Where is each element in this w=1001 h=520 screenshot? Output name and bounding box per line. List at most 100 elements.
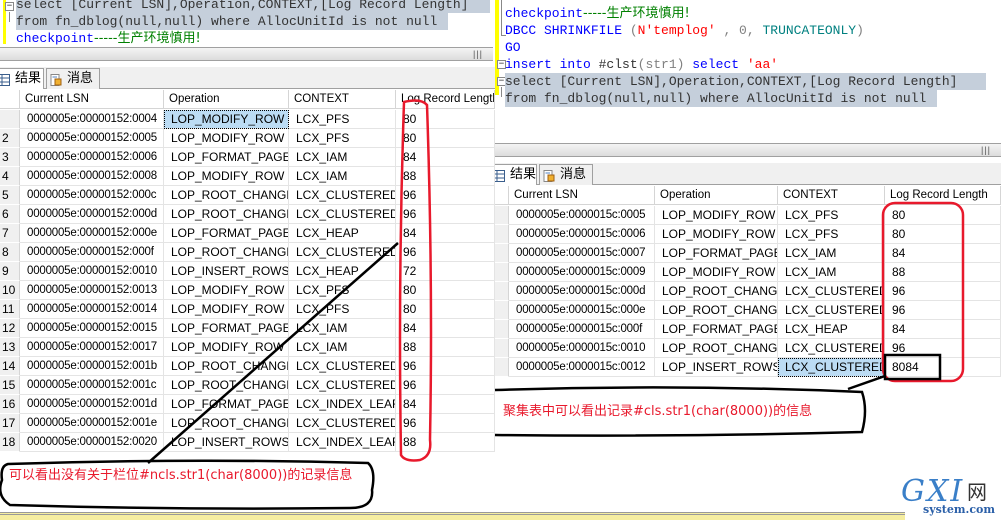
grid-cell-op[interactable]: LOP_ROOT_CHANGE bbox=[164, 205, 289, 224]
row-number[interactable]: 11 bbox=[0, 300, 20, 319]
grid-cell-op[interactable]: LOP_FORMAT_PAGE bbox=[164, 148, 289, 167]
grid-cell-ctx[interactable]: LCX_CLUSTERED bbox=[289, 376, 396, 395]
grid-cell-lsn[interactable]: 0000005e:00000152:000e bbox=[20, 224, 164, 243]
horizontal-scrollbar[interactable]: ||| bbox=[495, 143, 1001, 157]
grid-cell-len[interactable]: 80 bbox=[396, 110, 495, 129]
grid-cell-ctx[interactable]: LCX_IAM bbox=[289, 148, 396, 167]
grid-cell-len[interactable]: 88 bbox=[885, 263, 1001, 282]
grid-cell-op[interactable]: LOP_ROOT_CHANGE bbox=[655, 339, 778, 358]
grid-cell-op[interactable]: LOP_FORMAT_PAGE bbox=[655, 244, 778, 263]
grid-cell-ctx[interactable]: LCX_CLUSTERED bbox=[778, 339, 885, 358]
grid-cell-ctx[interactable]: LCX_PFS bbox=[289, 300, 396, 319]
grid-cell-op[interactable]: LOP_INSERT_ROWS bbox=[655, 358, 778, 377]
grid-cell-lsn[interactable]: 0000005e:00000152:0015 bbox=[20, 319, 164, 338]
grid-cell-lsn[interactable]: 0000005e:00000152:0014 bbox=[20, 300, 164, 319]
row-number[interactable]: 14 bbox=[0, 357, 20, 376]
column-header[interactable]: Current LSN bbox=[20, 90, 164, 109]
grid-cell-len[interactable]: 96 bbox=[396, 376, 495, 395]
grid-cell-len[interactable]: 88 bbox=[396, 433, 495, 452]
grid-cell-len[interactable]: 88 bbox=[396, 338, 495, 357]
grid-cell-lsn[interactable]: 0000005e:00000152:0017 bbox=[20, 338, 164, 357]
grid-cell-ctx[interactable]: LCX_CLUSTERED bbox=[289, 357, 396, 376]
grid-cell-op[interactable]: LOP_ROOT_CHANGE bbox=[655, 282, 778, 301]
row-number[interactable] bbox=[495, 358, 509, 377]
grid-cell-len[interactable]: 96 bbox=[396, 205, 495, 224]
grid-cell-ctx[interactable]: LCX_PFS bbox=[289, 129, 396, 148]
grid-cell-len[interactable]: 88 bbox=[396, 167, 495, 186]
row-number[interactable]: 15 bbox=[0, 376, 20, 395]
grid-cell-lsn[interactable]: 0000005e:00000152:0013 bbox=[20, 281, 164, 300]
grid-cell-op[interactable]: LOP_MODIFY_ROW bbox=[164, 281, 289, 300]
grid-cell-lsn[interactable]: 0000005e:00000152:000f bbox=[20, 243, 164, 262]
grid-cell-len[interactable]: 80 bbox=[396, 300, 495, 319]
row-number[interactable] bbox=[495, 244, 509, 263]
column-header[interactable]: Current LSN bbox=[509, 186, 655, 205]
grid-cell-ctx[interactable]: LCX_PFS bbox=[289, 281, 396, 300]
grid-cell-lsn[interactable]: 0000005e:0000015c:000f bbox=[509, 320, 655, 339]
grid-cell-ctx[interactable]: LCX_IAM bbox=[289, 319, 396, 338]
grid-cell-len[interactable]: 96 bbox=[396, 357, 495, 376]
grid-cell-lsn[interactable]: 0000005e:0000015c:0006 bbox=[509, 225, 655, 244]
grid-cell-op[interactable]: LOP_MODIFY_ROW bbox=[164, 300, 289, 319]
row-number[interactable]: 16 bbox=[0, 395, 20, 414]
grid-cell-ctx[interactable]: LCX_INDEX_LEAF bbox=[289, 395, 396, 414]
grid-cell-lsn[interactable]: 0000005e:0000015c:0005 bbox=[509, 206, 655, 225]
grid-cell-len[interactable]: 80 bbox=[396, 281, 495, 300]
column-header[interactable]: Operation bbox=[655, 186, 778, 205]
grid-cell-lsn[interactable]: 0000005e:0000015c:0012 bbox=[509, 358, 655, 377]
grid-cell-lsn[interactable]: 0000005e:00000152:001c bbox=[20, 376, 164, 395]
grid-cell-op[interactable]: LOP_FORMAT_PAGE bbox=[164, 224, 289, 243]
row-number[interactable]: 10 bbox=[0, 281, 20, 300]
grid-cell-ctx[interactable]: LCX_INDEX_LEAF bbox=[289, 433, 396, 452]
grid-cell-op[interactable]: LOP_ROOT_CHANGE bbox=[655, 301, 778, 320]
row-number[interactable]: 4 bbox=[0, 167, 20, 186]
row-number[interactable]: 8 bbox=[0, 243, 20, 262]
grid-cell-ctx[interactable]: LCX_CLUSTERED bbox=[778, 301, 885, 320]
grid-cell-lsn[interactable]: 0000005e:0000015c:0007 bbox=[509, 244, 655, 263]
grid-cell-lsn[interactable]: 0000005e:00000152:0006 bbox=[20, 148, 164, 167]
row-number[interactable] bbox=[495, 206, 509, 225]
grid-cell-lsn[interactable]: 0000005e:0000015c:0009 bbox=[509, 263, 655, 282]
grid-cell-ctx[interactable]: LCX_HEAP bbox=[778, 320, 885, 339]
grid-cell-lsn[interactable]: 0000005e:00000152:0020 bbox=[20, 433, 164, 452]
grid-cell-lsn[interactable]: 0000005e:0000015c:0010 bbox=[509, 339, 655, 358]
grid-cell-lsn[interactable]: 0000005e:00000152:001e bbox=[20, 414, 164, 433]
grid-cell-ctx[interactable]: LCX_PFS bbox=[778, 206, 885, 225]
tab-results[interactable]: 结果 bbox=[0, 68, 44, 89]
grid-cell-len[interactable]: 72 bbox=[396, 262, 495, 281]
column-header[interactable]: Operation bbox=[164, 90, 289, 109]
grid-cell-op[interactable]: LOP_ROOT_CHANGE bbox=[164, 376, 289, 395]
grid-cell-len[interactable]: 84 bbox=[396, 224, 495, 243]
row-number[interactable]: 5 bbox=[0, 186, 20, 205]
grid-cell-op[interactable]: LOP_MODIFY_ROW bbox=[164, 129, 289, 148]
column-header[interactable]: Log Record Length bbox=[885, 186, 1001, 205]
grid-cell-len[interactable]: 84 bbox=[396, 148, 495, 167]
tab-messages[interactable]: 消息 bbox=[539, 164, 593, 185]
grid-cell-ctx[interactable]: LCX_CLUSTERED bbox=[289, 205, 396, 224]
column-header[interactable]: CONTEXT bbox=[289, 90, 396, 109]
grid-cell-op[interactable]: LOP_FORMAT_PAGE bbox=[655, 320, 778, 339]
grid-cell-op[interactable]: LOP_FORMAT_PAGE bbox=[164, 319, 289, 338]
grid-cell-len[interactable]: 84 bbox=[396, 319, 495, 338]
grid-cell-ctx[interactable]: LCX_IAM bbox=[289, 167, 396, 186]
grid-cell-len[interactable]: 96 bbox=[885, 301, 1001, 320]
grid-cell-len[interactable]: 96 bbox=[396, 243, 495, 262]
grid-cell-op[interactable]: LOP_MODIFY_ROW bbox=[655, 263, 778, 282]
grid-cell-lsn[interactable]: 0000005e:00000152:0004 bbox=[20, 110, 164, 129]
row-number[interactable]: 6 bbox=[0, 205, 20, 224]
row-number[interactable] bbox=[495, 225, 509, 244]
grid-cell-op[interactable]: LOP_MODIFY_ROW bbox=[164, 167, 289, 186]
grid-cell-ctx[interactable]: LCX_HEAP bbox=[289, 262, 396, 281]
horizontal-scrollbar[interactable]: ||| bbox=[0, 47, 493, 61]
grid-cell-lsn[interactable]: 0000005e:00000152:0010 bbox=[20, 262, 164, 281]
grid-cell-op[interactable]: LOP_ROOT_CHANGE bbox=[164, 357, 289, 376]
row-number[interactable]: 18 bbox=[0, 433, 20, 452]
grid-cell-op[interactable]: LOP_ROOT_CHANGE bbox=[164, 243, 289, 262]
row-number[interactable]: 12 bbox=[0, 319, 20, 338]
grid-cell-ctx[interactable]: LCX_CLUSTERED bbox=[289, 414, 396, 433]
grid-cell-len[interactable]: 84 bbox=[396, 395, 495, 414]
row-number[interactable] bbox=[495, 282, 509, 301]
grid-cell-len[interactable]: 96 bbox=[396, 186, 495, 205]
row-number[interactable] bbox=[495, 320, 509, 339]
grid-cell-ctx[interactable]: LCX_IAM bbox=[289, 338, 396, 357]
